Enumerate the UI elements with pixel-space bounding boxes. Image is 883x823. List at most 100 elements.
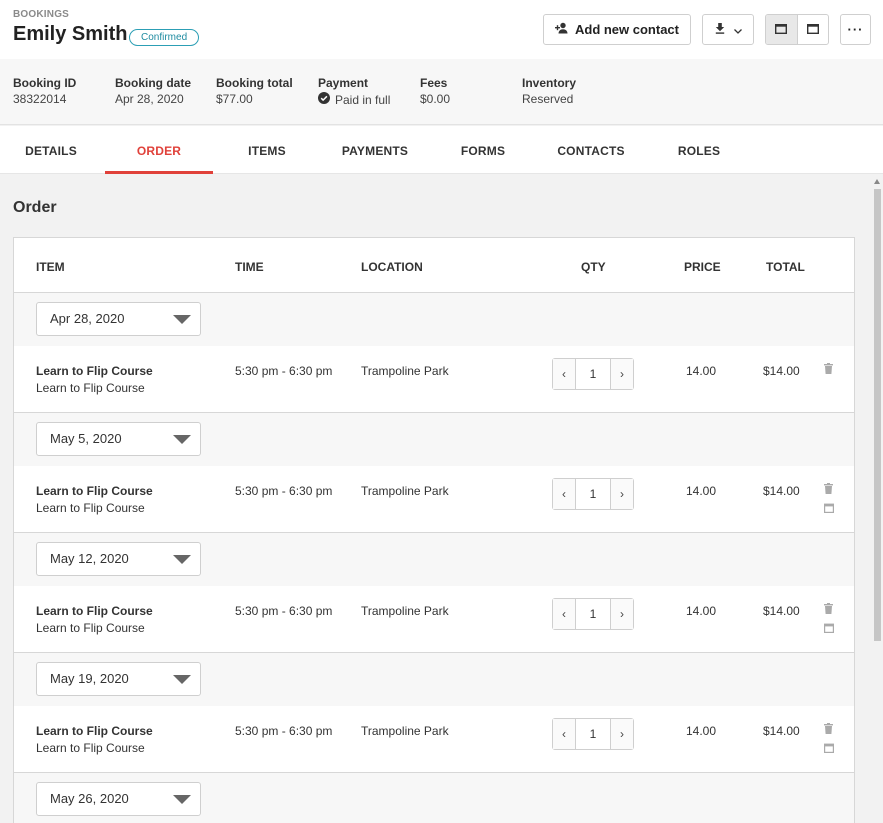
item-title: Learn to Flip Course: [36, 604, 153, 618]
summary-label: Booking date: [115, 76, 192, 90]
item-location: Trampoline Park: [361, 604, 449, 618]
summary-label: Booking ID: [13, 76, 77, 90]
chevron-down-icon: [173, 315, 191, 324]
increment-button[interactable]: ›: [611, 719, 633, 749]
trash-icon[interactable]: [824, 363, 833, 377]
download-icon: [715, 22, 725, 37]
decrement-button[interactable]: ‹: [553, 599, 575, 629]
download-menu-button[interactable]: [702, 14, 754, 45]
scrollbar-thumb[interactable]: [874, 189, 881, 641]
summary-value: $0.00: [420, 92, 451, 106]
item-price: 14.00: [686, 484, 717, 498]
date-group-row: May 26, 2020: [14, 773, 854, 823]
scrollbar[interactable]: [872, 175, 883, 823]
date-select[interactable]: Apr 28, 2020: [36, 302, 201, 336]
order-item-row: Learn to Flip Course Learn to Flip Cours…: [14, 466, 854, 533]
tab-details[interactable]: DETAILS: [0, 126, 102, 174]
quantity-stepper: ‹ 1 ›: [552, 478, 634, 510]
column-header-time: TIME: [235, 260, 264, 274]
booking-date: Booking date Apr 28, 2020: [115, 76, 191, 106]
item-title: Learn to Flip Course: [36, 484, 153, 498]
quantity-input[interactable]: 1: [575, 599, 611, 629]
booking-summary: Booking ID 38322014 Booking date Apr 28,…: [0, 59, 883, 125]
summary-label: Booking total: [216, 76, 293, 90]
date-group-row: Apr 28, 2020: [14, 293, 854, 347]
item-time: 5:30 pm - 6:30 pm: [235, 604, 333, 618]
quantity-input[interactable]: 1: [575, 479, 611, 509]
expanded-view-button[interactable]: [798, 15, 829, 44]
item-total: $14.00: [763, 604, 800, 618]
compact-view-button[interactable]: [766, 15, 798, 44]
chevron-right-icon: ›: [620, 367, 624, 381]
chevron-down-icon: [733, 22, 742, 37]
chevron-left-icon: ‹: [562, 367, 566, 381]
tab-contacts[interactable]: CONTACTS: [537, 126, 645, 174]
more-options-button[interactable]: ···: [840, 14, 871, 45]
payment-status: Payment Paid in full: [318, 76, 390, 107]
order-item-row: Learn to Flip Course Learn to Flip Cours…: [14, 706, 854, 773]
quantity-stepper: ‹ 1 ›: [552, 358, 634, 390]
calendar-icon[interactable]: [824, 742, 835, 756]
add-person-icon: [554, 22, 569, 37]
tab-items[interactable]: ITEMS: [213, 126, 321, 174]
item-title: Learn to Flip Course: [36, 724, 153, 738]
quantity-input[interactable]: 1: [575, 719, 611, 749]
chevron-right-icon: ›: [620, 727, 624, 741]
trash-icon[interactable]: [824, 603, 834, 617]
calendar-icon[interactable]: [824, 502, 835, 516]
add-contact-label: Add new contact: [574, 22, 679, 37]
trash-icon[interactable]: [824, 723, 834, 737]
check-circle-icon: [318, 92, 330, 107]
chevron-down-icon: [173, 675, 191, 684]
chevron-down-icon: [173, 555, 191, 564]
increment-button[interactable]: ›: [611, 359, 633, 389]
section-title: Order: [13, 199, 57, 216]
item-total: $14.00: [763, 724, 800, 738]
date-select-value: May 26, 2020: [50, 791, 129, 806]
decrement-button[interactable]: ‹: [553, 479, 575, 509]
quantity-input[interactable]: 1: [575, 359, 611, 389]
window-icon: [806, 21, 819, 39]
item-total: $14.00: [763, 484, 800, 498]
item-location: Trampoline Park: [361, 724, 449, 738]
tab-order[interactable]: ORDER: [105, 126, 213, 174]
summary-label: Inventory: [522, 76, 577, 90]
tab-bar: DETAILS ORDER ITEMS PAYMENTS FORMS CONTA…: [0, 126, 883, 174]
tab-roles[interactable]: ROLES: [645, 126, 753, 174]
date-select[interactable]: May 26, 2020: [36, 782, 201, 816]
calendar-icon[interactable]: [824, 622, 835, 636]
summary-value: Apr 28, 2020: [115, 92, 184, 106]
column-header-item: ITEM: [36, 260, 65, 274]
trash-icon[interactable]: [824, 483, 834, 497]
summary-value: 38322014: [13, 92, 67, 106]
chevron-down-icon: [173, 435, 191, 444]
summary-value: Reserved: [522, 92, 574, 106]
date-select[interactable]: May 12, 2020: [36, 542, 201, 576]
date-group-row: May 19, 2020: [14, 653, 854, 707]
item-price: 14.00: [686, 604, 717, 618]
summary-value: Paid in full: [335, 92, 391, 107]
date-select-value: Apr 28, 2020: [50, 311, 125, 326]
item-location: Trampoline Park: [361, 364, 449, 378]
chevron-down-icon: [173, 795, 191, 804]
date-select-value: May 5, 2020: [50, 431, 122, 446]
scroll-up-arrow-icon[interactable]: [874, 179, 880, 184]
increment-button[interactable]: ›: [611, 479, 633, 509]
decrement-button[interactable]: ‹: [553, 359, 575, 389]
add-contact-button[interactable]: Add new contact: [543, 14, 691, 45]
date-select[interactable]: May 19, 2020: [36, 662, 201, 696]
view-toggle: [765, 14, 829, 45]
fees: Fees $0.00: [420, 76, 450, 106]
chevron-right-icon: ›: [620, 487, 624, 501]
tab-payments[interactable]: PAYMENTS: [321, 126, 429, 174]
booking-total: Booking total $77.00: [216, 76, 293, 106]
decrement-button[interactable]: ‹: [553, 719, 575, 749]
date-group-row: May 12, 2020: [14, 533, 854, 587]
date-group-row: May 5, 2020: [14, 413, 854, 467]
breadcrumb[interactable]: BOOKINGS: [13, 9, 69, 20]
page-header: BOOKINGS Emily Smith Confirmed Add new c…: [0, 0, 883, 59]
tab-forms[interactable]: FORMS: [429, 126, 537, 174]
order-item-row: Learn to Flip Course Learn to Flip Cours…: [14, 586, 854, 653]
increment-button[interactable]: ›: [611, 599, 633, 629]
date-select[interactable]: May 5, 2020: [36, 422, 201, 456]
